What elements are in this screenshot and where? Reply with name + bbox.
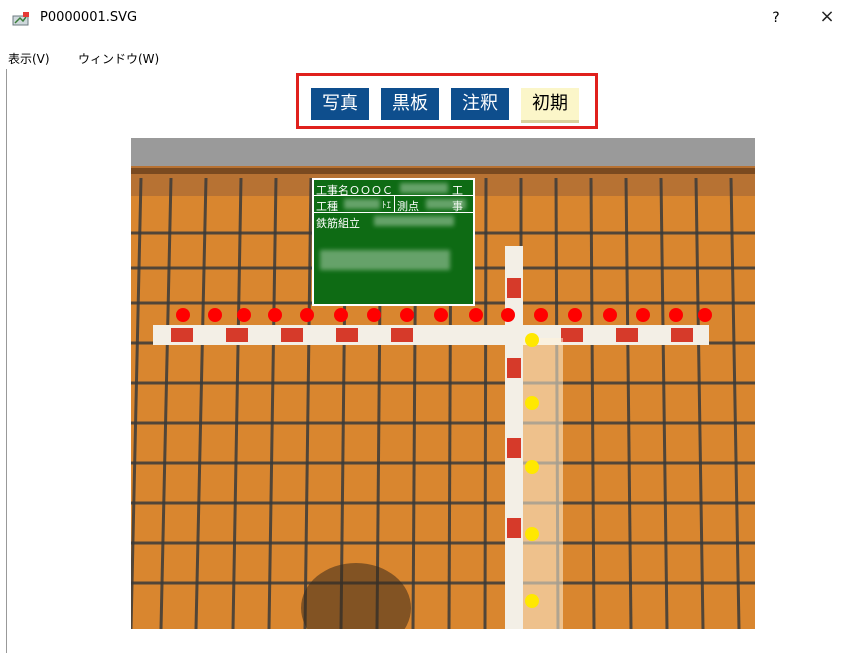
reset-button[interactable]: 初期 xyxy=(521,88,579,123)
marker-dot-red[interactable] xyxy=(534,308,548,322)
menu-window[interactable]: ウィンドウ(W) xyxy=(78,50,159,67)
blurred-text xyxy=(320,250,450,270)
blurred-text xyxy=(344,199,380,209)
photo-button[interactable]: 写真 xyxy=(311,88,369,120)
marker-dot-red[interactable] xyxy=(268,308,282,322)
marker-dot-yellow[interactable] xyxy=(525,396,539,410)
annotation-button[interactable]: 注釈 xyxy=(451,88,509,120)
marker-dot-red[interactable] xyxy=(469,308,483,322)
marker-dot-yellow[interactable] xyxy=(525,460,539,474)
marker-dot-red[interactable] xyxy=(434,308,448,322)
marker-dot-red[interactable] xyxy=(300,308,314,322)
board-work-type-value: ﾄｴ xyxy=(382,201,392,211)
marker-dot-yellow[interactable] xyxy=(525,527,539,541)
blackboard[interactable]: 工事名ＯＯＯＣ 工事 工種 ﾄｴ 測点 鉄筋組立 xyxy=(312,178,475,306)
blurred-text xyxy=(400,183,448,193)
marker-dot-red[interactable] xyxy=(367,308,381,322)
layer-toolbar: 写真 黒板 注釈 初期 xyxy=(296,73,598,129)
marker-dot-red[interactable] xyxy=(208,308,222,322)
marker-dot-red[interactable] xyxy=(176,308,190,322)
marker-dot-red[interactable] xyxy=(636,308,650,322)
board-project-label: 工事名ＯＯＯＣ xyxy=(316,184,393,197)
marker-dot-red[interactable] xyxy=(698,308,712,322)
menu-view[interactable]: 表示(V) xyxy=(8,50,50,67)
blurred-text xyxy=(374,216,454,226)
blurred-text xyxy=(426,199,466,209)
board-station-label: 測点 xyxy=(397,200,419,213)
close-button[interactable]: × xyxy=(812,5,842,29)
marker-dot-red[interactable] xyxy=(334,308,348,322)
help-button[interactable]: ? xyxy=(762,7,790,29)
blackboard-button[interactable]: 黒板 xyxy=(381,88,439,120)
marker-dot-yellow[interactable] xyxy=(525,594,539,608)
marker-dot-red[interactable] xyxy=(501,308,515,322)
marker-dot-red[interactable] xyxy=(568,308,582,322)
menu-bar: 表示(V) ウィンドウ(W) xyxy=(0,47,848,67)
board-project-right: 工事 xyxy=(452,184,463,213)
marker-dot-red[interactable] xyxy=(603,308,617,322)
app-icon xyxy=(12,12,29,26)
board-content-label: 鉄筋組立 xyxy=(316,217,360,230)
marker-dot-yellow[interactable] xyxy=(525,333,539,347)
marker-dot-red[interactable] xyxy=(400,308,414,322)
marker-dot-red[interactable] xyxy=(237,308,251,322)
board-work-type-label: 工種 xyxy=(316,200,338,213)
marker-dot-red[interactable] xyxy=(669,308,683,322)
title-bar: P0000001.SVG ? × xyxy=(0,0,848,36)
window-title: P0000001.SVG xyxy=(40,10,138,25)
